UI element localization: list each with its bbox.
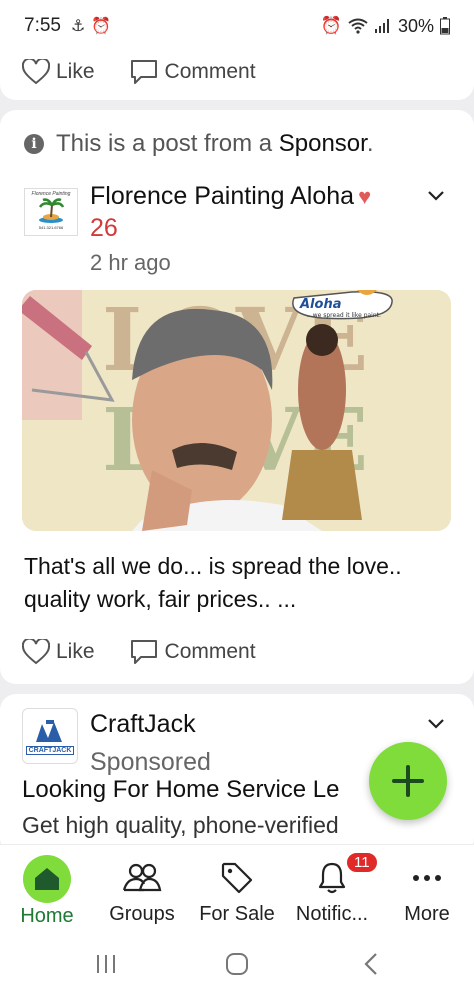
sponsor-notice-suffix: . [366,130,374,157]
battery-percent: 30% [397,15,434,36]
tag-icon [221,862,253,894]
sponsored-post-card: i This is a post from a Sponsor. Florenc… [0,110,474,684]
plus-icon [392,765,424,797]
nav-notifications-label: Notific... [295,903,369,925]
sponsor-notice-prefix: This is a post from a [56,130,273,157]
bell-icon [318,862,346,894]
house-icon [35,868,59,890]
comment-label: Comment [164,60,256,83]
alarm-icon: ⏰ [91,18,112,35]
previous-post-actions: Like Comment [22,58,256,86]
craftjack-sponsored-label: Sponsored [90,748,211,776]
nav-groups-label: Groups [109,903,175,925]
sponsored-post-actions: Like Comment [22,638,256,666]
craftjack-avatar-text: CRAFTJACK [25,745,75,755]
post-photo-illustration: LOVE LOVE Aloha ...we spread it like pai… [22,290,451,531]
home-active-indicator [23,855,71,903]
speech-bubble-subtitle: ...we spread it like paint. [307,312,381,319]
nav-groups-icon-wrap [122,845,162,901]
avatar-phone: 541.321.6766 [38,225,64,230]
comment-label: Comment [164,640,256,663]
palm-tree-logo-icon [38,198,65,223]
bottom-nav: Home Groups For Sale 11 Notific... More [0,844,474,938]
comment-button[interactable]: Comment [129,58,256,86]
chevron-down-icon[interactable] [426,186,446,206]
craftjack-author[interactable]: CraftJack [90,710,196,739]
heart-outline-icon [22,639,50,665]
nav-more-label: More [404,903,450,925]
speech-bubble-title: Aloha [299,297,341,312]
battery-icon [440,17,450,35]
comment-icon [130,60,157,84]
post-body-text[interactable]: That's all we do... is spread the love..… [24,550,444,616]
back-icon[interactable] [360,952,384,976]
wifi-icon [348,18,368,34]
like-label: Like [56,60,95,83]
alarm-status-icon: ⏰ [320,16,342,35]
nav-more-icon-wrap [412,845,442,901]
status-time: 7:55 [24,15,61,36]
craftjack-avatar[interactable]: CRAFTJACK [22,708,78,764]
author-badge-count: 26 [90,214,118,242]
like-label: Like [56,640,95,663]
system-nav-bar [0,938,474,1000]
florence-painting-avatar[interactable]: Florence Painting 541.321.6766 [24,188,78,236]
people-icon [122,863,162,892]
status-left-icons: ⚓ ⏰ [71,16,111,36]
nav-for-sale-icon-wrap [220,845,254,901]
heart-outline-icon [22,59,50,85]
nav-notifications-icon-wrap: 11 [317,845,379,901]
notification-badge: 11 [345,851,379,874]
chevron-down-icon[interactable] [426,714,446,734]
recent-apps-icon[interactable] [94,952,118,976]
sponsor-notice: i This is a post from a Sponsor. [24,130,374,158]
signal-icon [374,19,389,33]
post-author[interactable]: Florence Painting Aloha ♥ [90,182,371,211]
nav-home-label: Home [20,905,74,927]
app-notification-icon: ⚓ [70,18,86,35]
nav-more[interactable]: More [380,845,474,926]
nav-notifications[interactable]: 11 Notific... [285,845,379,926]
home-system-icon[interactable] [225,952,249,976]
heart-icon: ♥ [358,184,372,209]
sponsor-link[interactable]: Sponsor [279,130,367,157]
sponsor-notice-text: This is a post from a Sponsor. [56,130,374,158]
post-image[interactable]: LOVE LOVE Aloha ...we spread it like pai… [22,290,451,531]
nav-home[interactable]: Home [0,845,94,928]
craftjack-headline[interactable]: Looking For Home Service Le [22,776,402,804]
nav-for-sale[interactable]: For Sale [190,845,284,926]
nav-for-sale-label: For Sale [199,903,275,925]
like-button[interactable]: Like [22,59,95,85]
info-icon: i [24,134,44,154]
like-button[interactable]: Like [22,639,95,665]
previous-post-card: Like Comment [0,40,474,100]
post-author-name: Florence Painting Aloha [90,182,355,210]
craftjack-logo-icon [36,719,62,742]
comment-button[interactable]: Comment [129,638,256,666]
status-right-icons: ⏰ 30% [321,16,450,37]
compose-fab[interactable] [369,742,447,820]
comment-icon [130,640,157,664]
nav-groups[interactable]: Groups [95,845,189,926]
more-dots-icon [413,875,441,881]
post-timestamp: 2 hr ago [90,250,171,275]
